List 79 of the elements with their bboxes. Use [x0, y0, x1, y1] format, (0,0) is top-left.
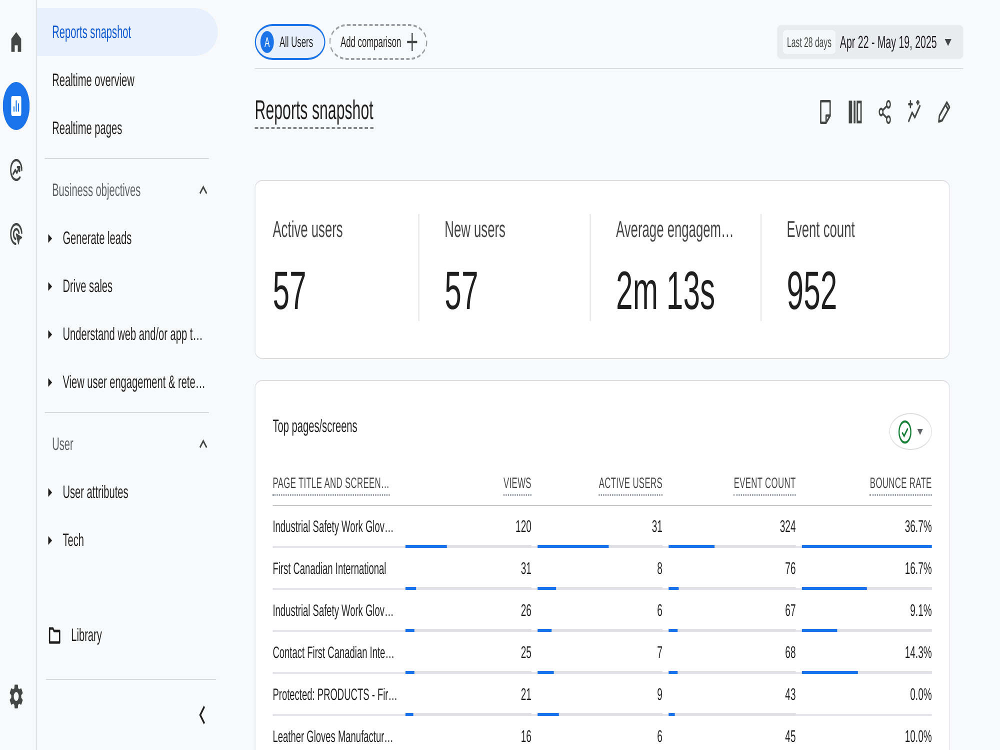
column-header[interactable]: VIEWS	[504, 474, 532, 496]
target-cursor-icon[interactable]	[10, 223, 22, 245]
page-name: Industrial Safety Work Glov…	[272, 518, 394, 536]
add-comparison-button[interactable]: Add comparison	[329, 24, 428, 60]
nav-group-item[interactable]: Understand web and/or app t…	[36, 310, 208, 358]
active-users-value: 31	[652, 517, 662, 536]
settings-icon[interactable]	[10, 684, 23, 709]
active-users-value: 6	[657, 601, 662, 620]
caret-down-icon	[917, 428, 923, 434]
bar-chart-icon[interactable]	[2, 82, 30, 130]
views-value: 25	[520, 643, 532, 662]
event-count-value: 67	[785, 601, 796, 620]
note-icon[interactable]	[818, 100, 832, 124]
nav-group-item[interactable]: User attributes	[36, 468, 133, 516]
date-range-button[interactable]: Last 28 days Apr 22 - May 19, 2025	[778, 25, 964, 59]
bounce-rate-value: 16.7%	[904, 559, 932, 578]
share-icon[interactable]	[878, 100, 892, 124]
section-toggle[interactable]: User	[52, 420, 208, 468]
nav-item[interactable]: Reports snapshot	[36, 8, 218, 56]
folder-icon	[48, 626, 60, 644]
event-count-value: 324	[780, 517, 796, 536]
segment-chip[interactable]: A All Users	[254, 24, 326, 60]
nav-group-item[interactable]: Tech	[36, 516, 88, 564]
nav-item[interactable]: Realtime overview	[36, 56, 142, 104]
metric-value: 57	[272, 261, 306, 321]
metric-value: 952	[786, 261, 838, 321]
page-name: Leather Gloves Manufactur…	[272, 728, 394, 746]
nav-item[interactable]: Realtime pages	[36, 104, 130, 152]
metric-label: Average engagem…	[616, 215, 734, 243]
home-icon[interactable]	[10, 31, 22, 53]
caret-down-icon	[944, 38, 952, 46]
views-value: 21	[520, 685, 532, 704]
section-toggle[interactable]: Business objectives	[52, 166, 208, 214]
page-title: Reports snapshot	[254, 94, 374, 129]
segment-avatar: A	[260, 31, 274, 53]
metric-label: Active users	[272, 215, 343, 243]
page-name: Protected: PRODUCTS - Fir…	[272, 686, 398, 704]
bounce-rate-value: 14.3%	[904, 643, 932, 662]
column-header[interactable]: ACTIVE USERS	[598, 474, 662, 496]
metric-value: 57	[444, 261, 478, 321]
bounce-rate-value: 36.7%	[904, 517, 932, 536]
date-preset-label: Last 28 days	[783, 30, 836, 54]
metric-label: Event count	[786, 215, 855, 243]
bounce-rate-value: 9.1%	[910, 601, 932, 620]
metric-label: New users	[444, 215, 506, 243]
compare-filter-button[interactable]	[889, 413, 932, 450]
views-value: 26	[520, 601, 532, 620]
bounce-rate-value: 10.0%	[904, 727, 932, 746]
views-value: 16	[520, 727, 532, 746]
nav-group-item[interactable]: Generate leads	[36, 214, 136, 262]
trend-chart-icon[interactable]	[10, 159, 22, 181]
plus-icon	[406, 32, 418, 52]
chevron-left-icon[interactable]	[198, 705, 206, 725]
columns-icon[interactable]	[848, 100, 862, 124]
pencil-icon[interactable]	[937, 100, 951, 124]
check-circle-icon	[898, 420, 912, 444]
event-count-value: 68	[785, 643, 796, 662]
active-users-value: 8	[657, 559, 662, 578]
event-count-value: 76	[785, 559, 796, 578]
active-users-value: 7	[657, 643, 662, 662]
views-value: 31	[520, 559, 532, 578]
sparkle-trend-icon[interactable]	[908, 100, 922, 124]
active-users-value: 6	[657, 727, 662, 746]
library-link[interactable]: Library	[36, 611, 108, 659]
active-users-value: 9	[657, 685, 662, 704]
nav-group-item[interactable]: View user engagement & rete…	[36, 358, 210, 406]
page-name: First Canadian International	[272, 560, 386, 578]
page-name: Contact First Canadian Inte…	[272, 644, 394, 662]
page-name: Industrial Safety Work Glov…	[272, 602, 394, 620]
metric-value: 2m 13s	[616, 261, 716, 321]
column-header[interactable]: PAGE TITLE AND SCREEN…	[272, 474, 390, 496]
event-count-value: 43	[785, 685, 796, 704]
column-header[interactable]: BOUNCE RATE	[870, 474, 932, 496]
event-count-value: 45	[785, 727, 796, 746]
views-value: 120	[516, 517, 532, 536]
bounce-rate-value: 0.0%	[910, 685, 932, 704]
card-title: Top pages/screens	[272, 415, 358, 437]
nav-group-item[interactable]: Drive sales	[36, 262, 118, 310]
column-header[interactable]: EVENT COUNT	[734, 474, 796, 496]
